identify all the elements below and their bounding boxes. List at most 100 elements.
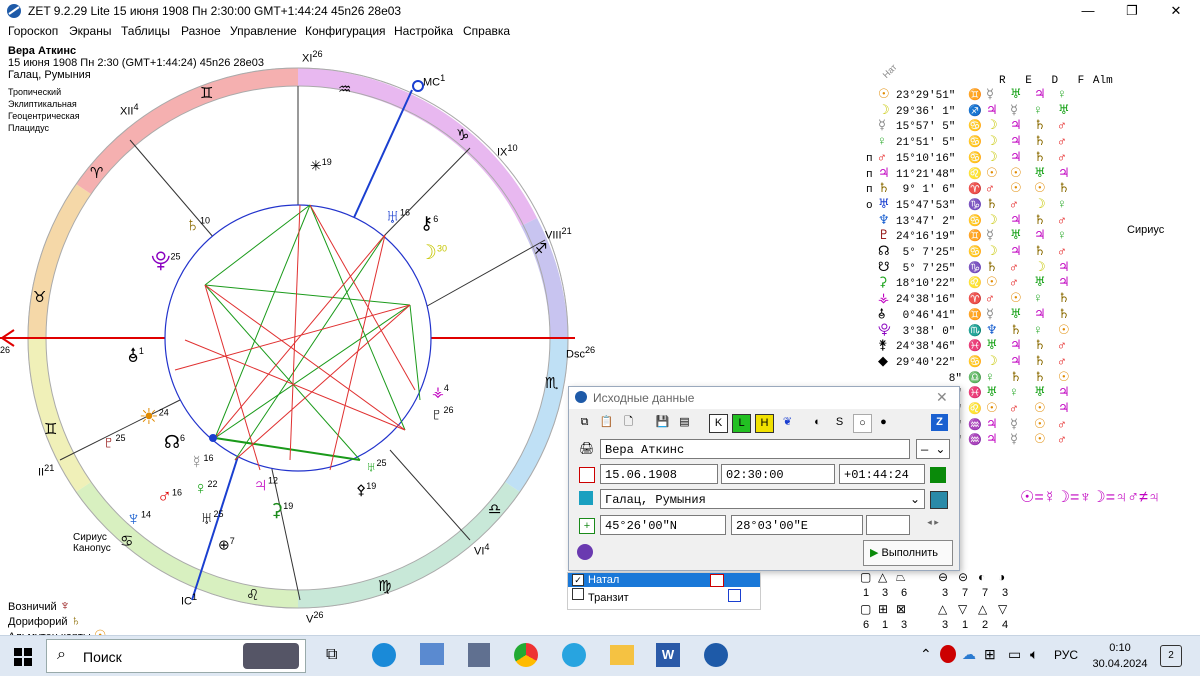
latitude-input[interactable]: 45°26'00"N	[600, 515, 726, 535]
legend-tri1-icon[interactable]: △	[938, 602, 947, 616]
sun-icon[interactable]: ☀24	[139, 404, 169, 430]
new-icon[interactable]: 🗋	[620, 414, 637, 431]
table-row[interactable]: ♆ 13°47' 2" ♋ ☽ ♃ ♄ ♂	[866, 213, 1078, 230]
menu-config[interactable]: Конфигурация	[305, 24, 386, 38]
table-row[interactable]: ☽ 29°36' 1" ♐ ♃ ☿ ♀ ♅	[866, 103, 1078, 120]
legend-square-icon[interactable]: ▢	[860, 570, 871, 584]
pluto-alt-icon[interactable]: ⯓25	[151, 246, 181, 280]
l-button[interactable]: L	[732, 414, 751, 433]
pluto-icon[interactable]: ♇25	[102, 432, 126, 453]
search-box[interactable]: ⌕ Поиск	[46, 639, 306, 673]
table-row[interactable]: ⯗ 0°46'41" ♊ ☿ ♅ ♃ ♄	[866, 308, 1078, 324]
uranus-alt-icon[interactable]: ♅25	[366, 458, 387, 475]
legend-c1-icon[interactable]: ⊖	[938, 570, 948, 584]
circle-filled-icon[interactable]: ●	[875, 414, 892, 431]
z-button[interactable]: Z	[931, 414, 948, 431]
venus-icon[interactable]: ♀22	[194, 478, 218, 499]
onedrive-icon[interactable]: ☁	[962, 646, 976, 663]
save-icon[interactable]: 💾	[654, 414, 671, 431]
mercury-icon[interactable]: ☿16	[190, 452, 214, 473]
legend-c2-icon[interactable]: ⊝	[958, 570, 968, 584]
menu-tables[interactable]: Таблицы	[121, 24, 170, 38]
ceres-icon[interactable]: ⚳19	[270, 500, 293, 521]
legend-box-icon[interactable]: ⊠	[896, 602, 906, 616]
network-icon[interactable]: ⊞	[984, 646, 996, 663]
legend-triangle-icon[interactable]: △	[878, 570, 887, 584]
timezone-indicator[interactable]	[930, 467, 946, 483]
table-row[interactable]: 8" ♎ ♀ ♄ ♄ ☉	[866, 370, 1078, 387]
timezone-input[interactable]: +01:44:24	[839, 464, 925, 484]
task-view-icon[interactable]: ⧉	[326, 646, 337, 664]
table-row[interactable]: о ♅ 15°47'53" ♑ ♄ ♂ ☽ ♀	[866, 198, 1078, 214]
mode-icon[interactable]: ❦	[779, 414, 796, 431]
legend-tri2-icon[interactable]: ▽	[958, 602, 967, 616]
half-icon[interactable]: ◐	[809, 414, 826, 431]
minimize-button[interactable]: —	[1066, 0, 1110, 22]
k-button[interactable]: K	[709, 414, 728, 433]
run-button[interactable]: ▶ Выполнить	[863, 540, 953, 566]
volume-icon[interactable]: 🔈︎	[1030, 646, 1038, 663]
pallas-icon[interactable]: ⚶4	[432, 383, 449, 401]
natal-checkbox[interactable]: ✓	[572, 574, 584, 586]
mars-icon[interactable]: ♂16	[157, 486, 182, 509]
table-row[interactable]: ♇ 24°16'19" ♊ ☿ ♅ ♃ ♀	[866, 229, 1078, 245]
menu-help[interactable]: Справка	[463, 24, 510, 38]
menu-misc[interactable]: Разное	[181, 24, 221, 38]
legend-grid-icon[interactable]: ⊞	[878, 602, 888, 616]
menu-control[interactable]: Управление	[230, 24, 297, 38]
node-icon[interactable]: ☊6	[164, 432, 185, 453]
place-input[interactable]: Галац, Румыния ⌄	[600, 489, 925, 509]
chart-item-natal[interactable]: ✓ Натал	[568, 573, 760, 587]
legend-tri4-icon[interactable]: ▽	[998, 602, 1007, 616]
maximize-button[interactable]: ❐	[1110, 0, 1154, 22]
table-row[interactable]: п ♄ 9° 1' 6" ♈ ♂ ☉ ☉ ♄	[866, 182, 1078, 198]
map-button[interactable]	[930, 491, 948, 509]
paste-icon[interactable]: 📋	[598, 414, 615, 431]
menu-settings[interactable]: Настройка	[394, 24, 453, 38]
uranus-icon[interactable]: ♅16	[385, 206, 410, 229]
menu-screens[interactable]: Экраны	[69, 24, 111, 38]
table-row[interactable]: ◆ 29°40'22" ♋ ☽ ♃ ♄ ♂	[866, 355, 1078, 371]
tray-app-icon[interactable]	[940, 645, 956, 663]
spin-arrows[interactable]: ◂ ▸	[916, 517, 950, 533]
table-row[interactable]: ⯓ 3°38' 0" ♏ ♆ ♄ ♀ ☉	[866, 323, 1078, 340]
vesta-icon[interactable]: ⚴19	[356, 481, 376, 499]
table-row[interactable]: ⚵ 24°38'46" ♓ ♅ ♃ ♄ ♂	[866, 339, 1078, 355]
name-input[interactable]: Вера Аткинс	[600, 439, 910, 459]
neptune-icon[interactable]: ♆14	[126, 508, 151, 531]
longitude-input[interactable]: 28°03'00"E	[731, 515, 863, 535]
notification-icon[interactable]: 2	[1160, 645, 1182, 667]
table-row[interactable]: ☿ 15°57' 5" ♋ ☽ ♃ ♄ ♂	[866, 119, 1078, 135]
legend-trap-icon[interactable]: ⏢	[896, 570, 906, 585]
fortune-icon[interactable]: ⊕7	[218, 536, 235, 554]
legend-c3-icon[interactable]: ◐	[978, 570, 985, 584]
table-row[interactable]: ♀ 21°51' 5" ♋ ☽ ♃ ♄ ♂	[866, 135, 1078, 151]
table-row[interactable]: п ♃ 11°21'48" ♌ ☉ ☉ ♅ ♃	[866, 166, 1078, 183]
chiron-icon[interactable]: ⚷6	[420, 213, 438, 234]
table-row[interactable]: ⚳ 18°10'22" ♌ ☉ ♂ ♅ ♃	[866, 276, 1078, 292]
date-input[interactable]: 15.06.1908	[600, 464, 718, 484]
telegram-icon[interactable]	[562, 643, 586, 667]
legend-tri3-icon[interactable]: △	[978, 602, 987, 616]
settings-icon[interactable]	[577, 544, 593, 560]
part-icon[interactable]: ⯗1	[128, 343, 144, 373]
copy-icon[interactable]: ⧉	[576, 414, 593, 431]
transit-checkbox[interactable]	[572, 588, 584, 600]
table-row[interactable]: ⚶ 24°38'16" ♈ ♂ ☉ ♀ ♄	[866, 292, 1078, 308]
chart-item-transit[interactable]: Транзит	[568, 587, 760, 604]
windows-start-icon[interactable]	[14, 648, 32, 666]
saturn-icon[interactable]: ♄10	[185, 214, 210, 237]
h-button[interactable]: H	[755, 414, 774, 433]
moon-icon[interactable]: ☽30	[419, 240, 447, 265]
table-row[interactable]: ☋ 5° 7'25" ♑ ♄ ♂ ☽ ♃	[866, 261, 1078, 277]
explorer-icon[interactable]	[610, 645, 634, 665]
menu-horoscope[interactable]: Гороскоп	[8, 24, 58, 38]
clock[interactable]: 0:10 30.04.2024	[1090, 640, 1150, 672]
remote-desktop-icon[interactable]	[420, 643, 444, 665]
legend-sq2-icon[interactable]: ▢	[860, 602, 871, 616]
zet-taskbar-icon[interactable]	[704, 643, 728, 667]
star-point-icon[interactable]: ✳19	[310, 157, 332, 175]
proserpina-icon[interactable]: ♇26	[430, 404, 454, 425]
vertex-icon[interactable]: ♅25	[200, 508, 224, 529]
battery-icon[interactable]: ▭	[1008, 646, 1021, 663]
